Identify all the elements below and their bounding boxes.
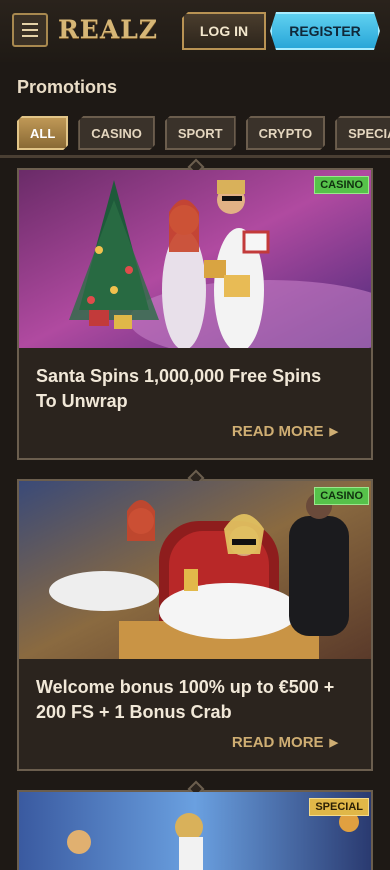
register-button[interactable]: REGISTER — [270, 12, 380, 50]
realz-logo[interactable]: REALZ — [58, 15, 158, 45]
chevron-right-icon: ▶ — [329, 426, 338, 438]
read-more-link[interactable]: READ MORE ▶ — [232, 423, 338, 440]
filter-tab-specials[interactable]: SPECIALS — [335, 116, 390, 150]
category-badge: SPECIAL — [309, 798, 369, 816]
login-button[interactable]: LOG IN — [182, 12, 266, 50]
read-more-link[interactable]: READ MORE ▶ — [232, 734, 338, 751]
welcome-bonus-illustration — [19, 481, 371, 659]
promotion-banner-image: CASINO — [19, 481, 371, 659]
chevron-right-icon: ▶ — [329, 737, 338, 749]
hamburger-icon-line — [22, 23, 38, 25]
hamburger-menu-button[interactable] — [12, 13, 48, 47]
promotion-card[interactable]: SPECIAL — [17, 780, 373, 870]
hamburger-icon-line — [22, 29, 38, 31]
category-badge: CASINO — [314, 176, 369, 194]
promotion-title: Welcome bonus 100% up to €500 + 200 FS +… — [36, 677, 335, 722]
filter-tab-casino[interactable]: CASINO — [78, 116, 155, 150]
christmas-promo-illustration — [19, 170, 371, 348]
promotion-banner-image: CASINO — [19, 170, 371, 348]
promotion-card[interactable]: CASINO Welcome bonus 100% up to €500 + 2… — [17, 469, 373, 771]
read-more-label: READ MORE — [231, 423, 324, 440]
promotion-card[interactable]: CASINO Santa Spins 1,000,000 Free Spins … — [17, 158, 373, 460]
hamburger-icon-line — [22, 35, 38, 37]
read-more-label: READ MORE — [231, 734, 324, 751]
category-badge: CASINO — [314, 487, 369, 505]
promotion-filter-tabs: ALL CASINO SPORT CRYPTO SPECIALS — [17, 116, 390, 150]
filter-tab-all[interactable]: ALL — [17, 116, 68, 150]
promotion-banner-image: SPECIAL — [19, 792, 371, 870]
page-title: Promotions — [17, 77, 118, 97]
filter-tab-crypto[interactable]: CRYPTO — [246, 116, 325, 150]
filter-tab-sport[interactable]: SPORT — [165, 116, 236, 150]
top-header: REALZ LOG IN REGISTER — [0, 0, 390, 62]
promotion-title: Santa Spins 1,000,000 Free Spins To Unwr… — [36, 366, 322, 411]
